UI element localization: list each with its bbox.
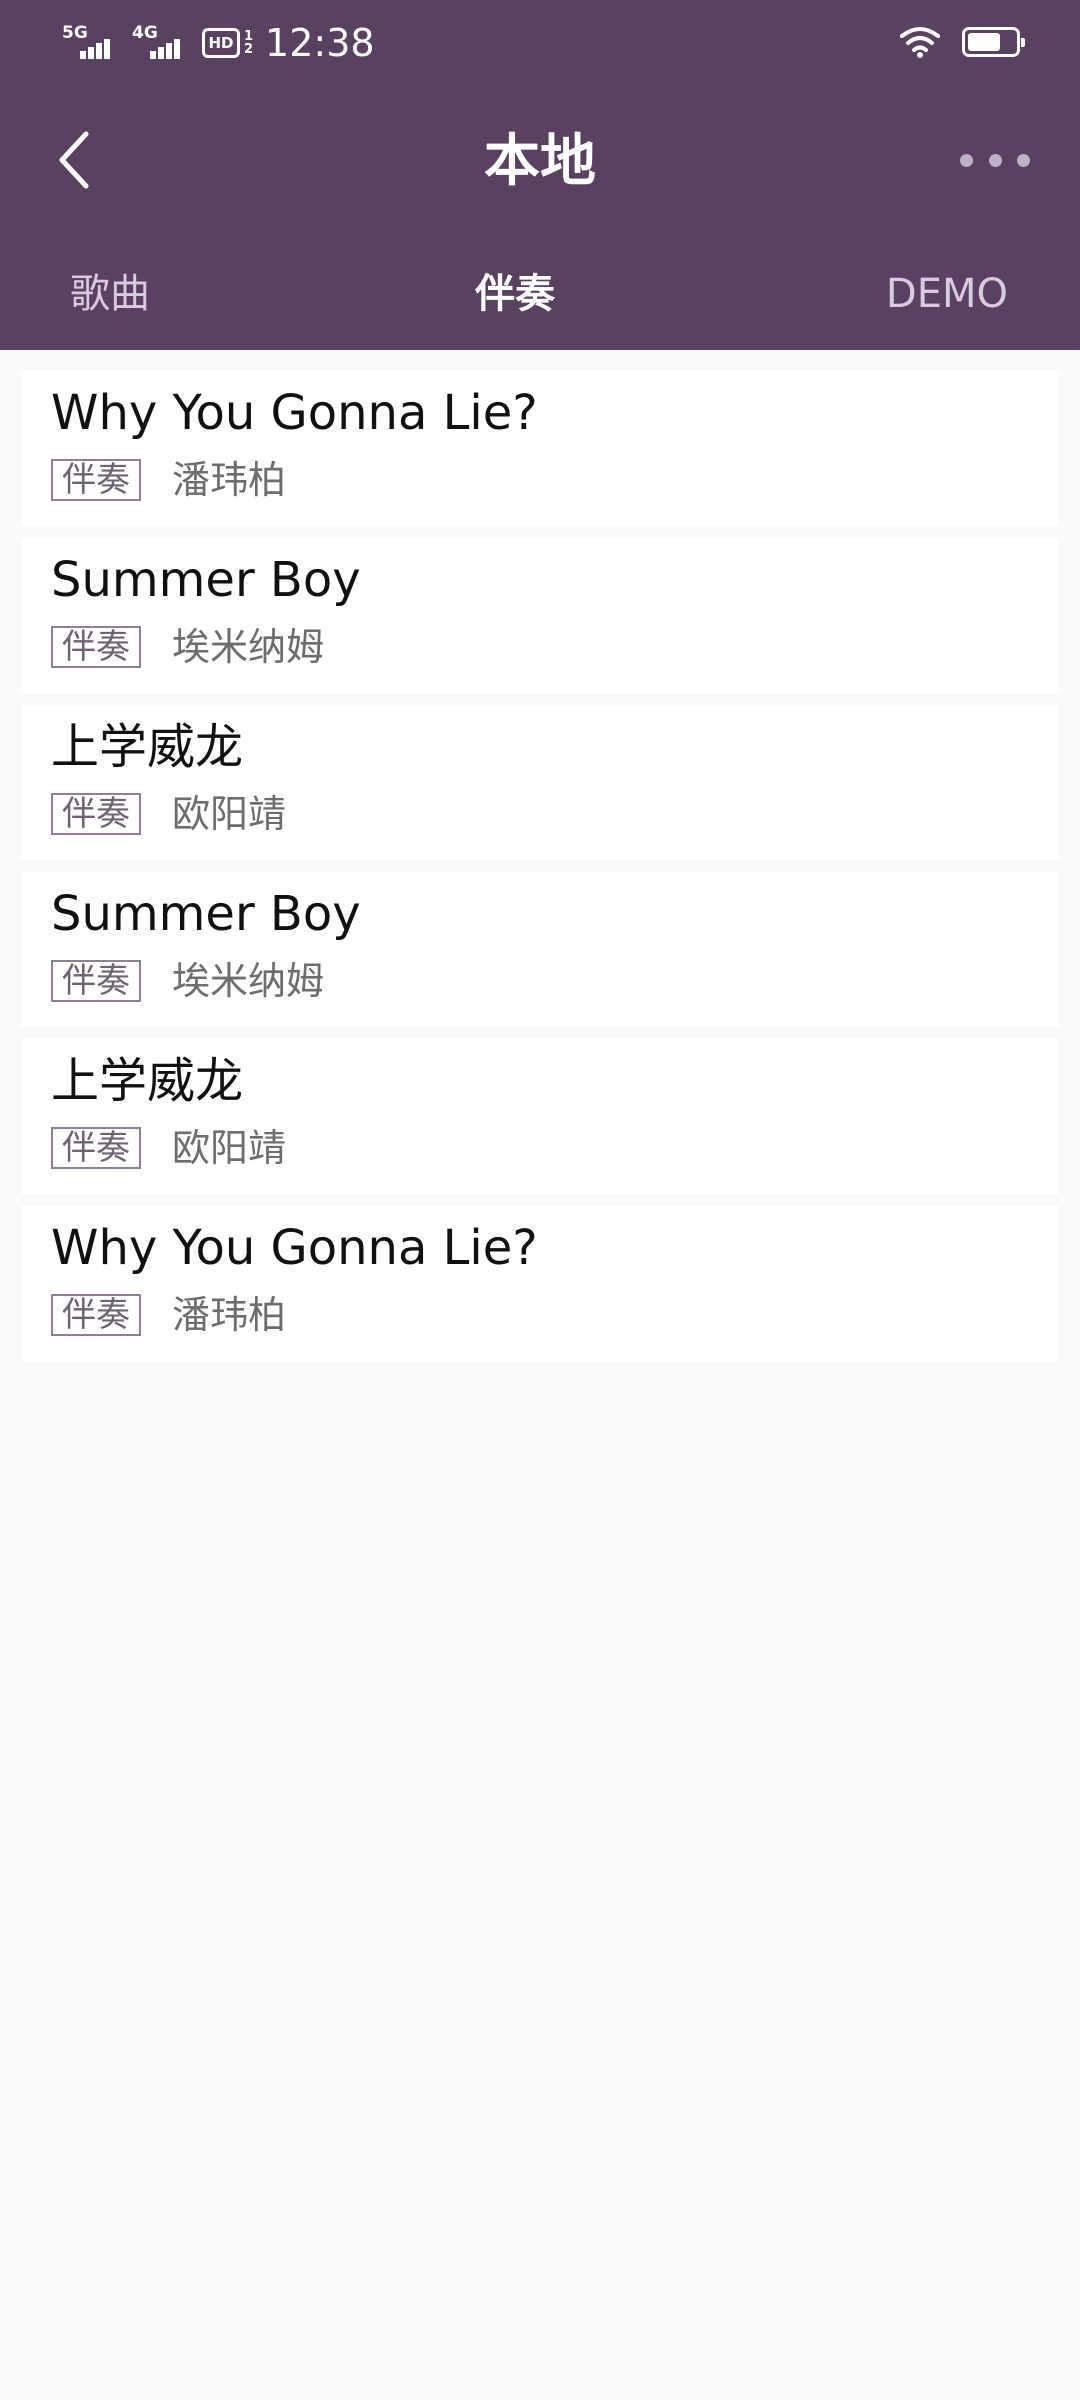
- hd-sub-bottom: 2: [244, 42, 254, 57]
- more-icon: [1017, 153, 1030, 167]
- accompaniment-tag: 伴奏: [51, 1294, 141, 1336]
- song-list-item[interactable]: 上学威龙 伴奏 欧阳靖: [21, 705, 1059, 860]
- song-title: Why You Gonna Lie?: [51, 385, 538, 441]
- status-bar-left: 5G 4G HD 1 2 12:38: [62, 18, 375, 68]
- song-artist: 潘玮柏: [172, 458, 287, 502]
- page-title: 本地: [484, 129, 596, 194]
- app-header: 5G 4G HD 1 2 12:38 本地 歌曲 伴奏 DEMO: [0, 0, 1080, 350]
- more-icon: [960, 153, 973, 167]
- song-artist: 欧阳靖: [172, 1126, 287, 1170]
- more-button[interactable]: [960, 140, 1030, 180]
- song-title: Summer Boy: [51, 886, 361, 942]
- accompaniment-tag: 伴奏: [51, 793, 141, 835]
- accompaniment-tag: 伴奏: [51, 626, 141, 668]
- hd-voice-icon: HD: [202, 28, 240, 58]
- battery-icon: [962, 27, 1025, 57]
- status-time: 12:38: [265, 21, 375, 65]
- song-title: Why You Gonna Lie?: [51, 1220, 538, 1276]
- song-title: 上学威龙: [51, 1053, 244, 1109]
- accompaniment-tag: 伴奏: [51, 960, 141, 1002]
- hd-voice-sub: 1 2: [244, 30, 253, 56]
- accompaniment-tag: 伴奏: [51, 1127, 141, 1169]
- song-artist: 埃米纳姆: [172, 959, 325, 1003]
- status-bar-right: [900, 22, 1025, 62]
- song-title: 上学威龙: [51, 719, 244, 775]
- song-title: Summer Boy: [51, 552, 361, 608]
- network-type-1: 5G: [62, 23, 88, 43]
- signal-icon: 4G: [132, 23, 180, 63]
- song-artist: 埃米纳姆: [172, 625, 325, 669]
- song-artist: 欧阳靖: [172, 792, 287, 836]
- accompaniment-tag: 伴奏: [51, 459, 141, 501]
- song-list-item[interactable]: 上学威龙 伴奏 欧阳靖: [21, 1039, 1059, 1194]
- song-list-item[interactable]: Why You Gonna Lie? 伴奏 潘玮柏: [21, 1206, 1059, 1361]
- more-icon: [988, 153, 1002, 167]
- tab-demo[interactable]: DEMO: [886, 258, 1008, 330]
- song-list: Why You Gonna Lie? 伴奏 潘玮柏 Summer Boy 伴奏 …: [21, 371, 1059, 1373]
- song-list-item[interactable]: Why You Gonna Lie? 伴奏 潘玮柏: [21, 371, 1059, 526]
- network-type-2: 4G: [132, 23, 158, 43]
- song-artist: 潘玮柏: [172, 1293, 287, 1337]
- song-list-item[interactable]: Summer Boy 伴奏 埃米纳姆: [21, 872, 1059, 1027]
- signal-icon: 5G: [62, 23, 110, 63]
- song-list-item[interactable]: Summer Boy 伴奏 埃米纳姆: [21, 538, 1059, 693]
- status-bar: 5G 4G HD 1 2 12:38: [0, 0, 1080, 84]
- tab-accompaniment[interactable]: 伴奏: [0, 258, 1030, 330]
- wifi-icon: [900, 27, 940, 58]
